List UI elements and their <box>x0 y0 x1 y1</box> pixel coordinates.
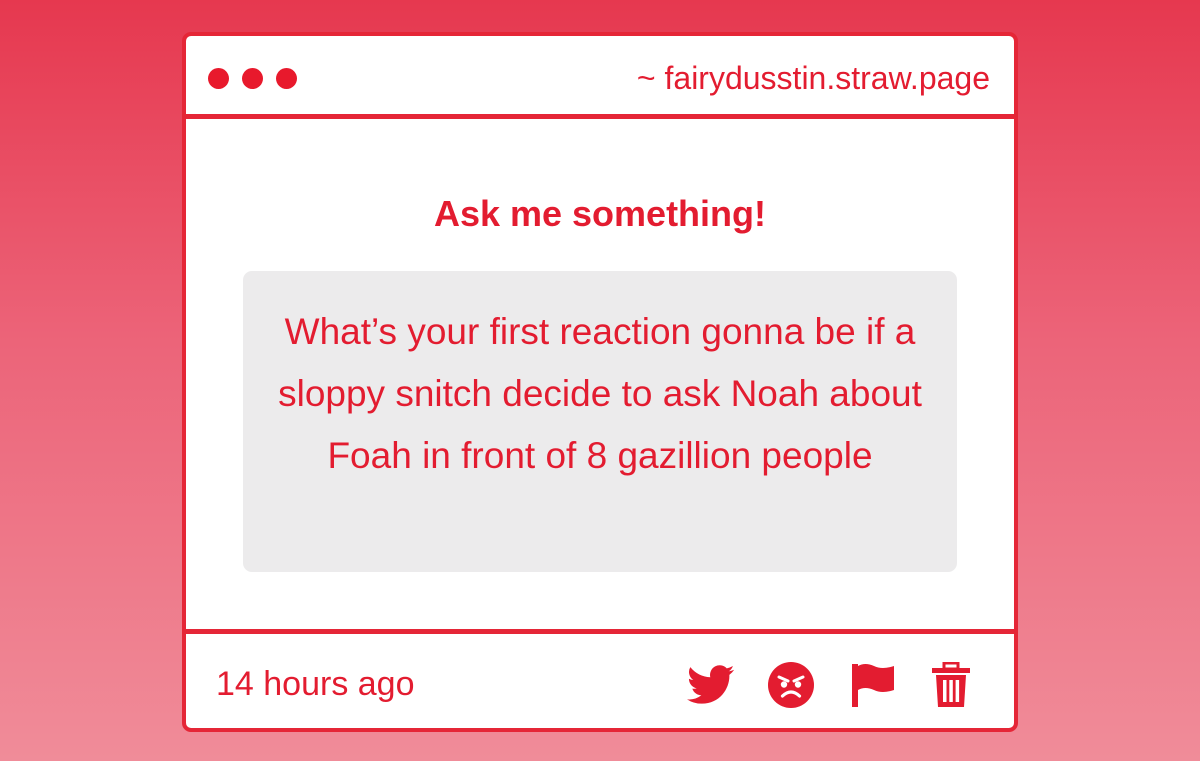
react-button[interactable] <box>766 660 816 710</box>
page-url[interactable]: ~ fairydusstin.straw.page <box>637 58 990 98</box>
trash-icon <box>932 662 970 707</box>
question-text: What’s your first reaction gonna be if a… <box>278 311 922 476</box>
card-footer: 14 hours ago <box>186 629 1014 728</box>
action-bar <box>686 660 986 710</box>
window-dot-icon <box>276 68 297 89</box>
prompt-heading: Ask me something! <box>433 193 767 234</box>
window-dot-icon <box>242 68 263 89</box>
window-controls <box>208 68 297 89</box>
window-dot-icon <box>208 68 229 89</box>
twitter-icon <box>687 665 735 704</box>
delete-button[interactable] <box>926 660 976 710</box>
flag-icon <box>852 664 894 707</box>
window-titlebar: ~ fairydusstin.straw.page <box>186 36 1014 119</box>
question-box: What’s your first reaction gonna be if a… <box>243 271 957 572</box>
share-twitter-button[interactable] <box>686 660 736 710</box>
ask-card: ~ fairydusstin.straw.page Ask me somethi… <box>182 32 1018 732</box>
angry-face-icon <box>768 662 814 708</box>
timestamp: 14 hours ago <box>216 665 415 703</box>
report-button[interactable] <box>848 660 898 710</box>
